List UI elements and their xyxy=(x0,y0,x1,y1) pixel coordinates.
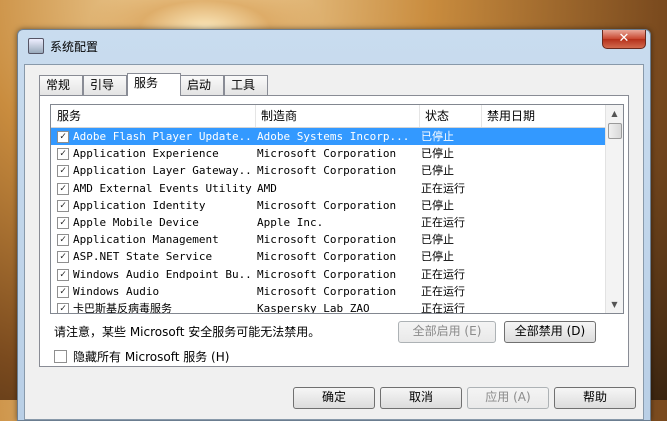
table-row[interactable]: ✓ Windows Audio Microsoft Corporation 正在运行 xyxy=(51,283,606,300)
services-panel: 服务 制造商 状态 禁用日期 ✓ Adobe Flash Player Updat… xyxy=(39,95,629,367)
services-list[interactable]: 服务 制造商 状态 禁用日期 ✓ Adobe Flash Player Updat… xyxy=(50,104,624,314)
table-row[interactable]: ✓ Application Management Microsoft Corpora… xyxy=(51,231,606,248)
cell-status: 已停止 xyxy=(421,233,454,247)
cell-service: 卡巴斯基反病毒服务 xyxy=(73,301,172,314)
tab-startup[interactable]: 启动 xyxy=(180,75,224,95)
cell-service: Windows Audio Endpoint Bu... xyxy=(73,267,253,281)
cell-service: Application Experience xyxy=(73,147,219,161)
notice-text: 请注意，某些 Microsoft 安全服务可能无法禁用。 xyxy=(54,325,321,339)
msconfig-app-icon xyxy=(28,38,44,54)
service-enable-checkbox[interactable]: ✓ xyxy=(57,234,69,247)
scroll-down-arrow-icon[interactable]: ▼ xyxy=(606,296,623,313)
cell-service: Windows Audio xyxy=(73,284,160,298)
cell-maker: Microsoft Corporation xyxy=(257,267,397,281)
cell-maker: Adobe Systems Incorp... xyxy=(257,130,410,143)
service-enable-checkbox[interactable]: ✓ xyxy=(57,165,69,178)
cell-status: 正在运行 xyxy=(421,284,465,298)
table-row[interactable]: ✓ AMD External Events Utility AMD 正在运行 xyxy=(51,180,606,197)
tab-general[interactable]: 常规 xyxy=(39,75,83,95)
table-row[interactable]: ✓ Adobe Flash Player Update... Adobe Syste… xyxy=(51,128,606,146)
cell-maker: Microsoft Corporation xyxy=(257,198,397,212)
column-header-status[interactable]: 状态 xyxy=(419,105,482,127)
hide-microsoft-services-option[interactable]: 隐藏所有 Microsoft 服务 (H) xyxy=(54,348,229,365)
help-button[interactable]: 帮助 xyxy=(554,387,636,409)
cell-status: 正在运行 xyxy=(421,301,465,314)
service-enable-checkbox[interactable]: ✓ xyxy=(57,285,69,298)
tab-boot[interactable]: 引导 xyxy=(83,75,127,95)
table-row[interactable]: ✓ ASP.NET State Service Microsoft Corporat… xyxy=(51,248,606,265)
cell-maker: Microsoft Corporation xyxy=(257,233,397,247)
table-row[interactable]: ✓ Windows Audio Endpoint Bu... Microsoft C… xyxy=(51,266,606,283)
cell-status: 已停止 xyxy=(421,130,454,143)
scrollbar-thumb[interactable] xyxy=(608,123,622,139)
service-enable-checkbox[interactable]: ✓ xyxy=(57,302,69,313)
cell-service: Application Identity xyxy=(73,198,206,212)
service-enable-checkbox[interactable]: ✓ xyxy=(57,251,69,264)
table-row[interactable]: ✓ Application Layer Gateway... Microsoft C… xyxy=(51,162,606,179)
cell-status: 正在运行 xyxy=(421,267,465,281)
cell-status: 正在运行 xyxy=(421,215,465,229)
ok-button[interactable]: 确定 xyxy=(293,387,375,409)
cell-status: 正在运行 xyxy=(421,181,465,195)
table-row[interactable]: ✓ 卡巴斯基反病毒服务 Kaspersky Lab ZAO 正在运行 xyxy=(51,300,606,314)
cell-maker: Microsoft Corporation xyxy=(257,164,397,178)
cell-maker: AMD xyxy=(257,181,277,195)
cell-status: 已停止 xyxy=(421,147,454,161)
cell-maker: Microsoft Corporation xyxy=(257,147,397,161)
cell-status: 已停止 xyxy=(421,250,454,264)
apply-button[interactable]: 应用 (A) xyxy=(467,387,549,409)
enable-all-button[interactable]: 全部启用 (E) xyxy=(398,321,496,343)
cell-service: Application Layer Gateway... xyxy=(73,164,253,178)
cancel-button[interactable]: 取消 xyxy=(380,387,462,409)
cell-maker: Kaspersky Lab ZAO xyxy=(257,301,370,314)
cell-maker: Microsoft Corporation xyxy=(257,284,397,298)
window-title: 系统配置 xyxy=(50,40,99,54)
cell-service: Apple Mobile Device xyxy=(73,215,199,229)
table-row[interactable]: ✓ Application Identity Microsoft Corporati… xyxy=(51,197,606,214)
column-header-manufacturer[interactable]: 制造商 xyxy=(255,105,420,127)
cell-service: ASP.NET State Service xyxy=(73,250,213,264)
service-enable-checkbox[interactable]: ✓ xyxy=(57,148,69,161)
service-enable-checkbox[interactable]: ✓ xyxy=(57,216,69,229)
system-configuration-window: 系统配置 ✕ 常规 引导 服务 启动 工具 服务 制造商 状态 禁用日期 ✓ Ad… xyxy=(17,29,651,421)
table-row[interactable]: ✓ Application Experience Microsoft Corpora… xyxy=(51,145,606,162)
service-enable-checkbox[interactable]: ✓ xyxy=(57,199,69,212)
dialog-client-area: 常规 引导 服务 启动 工具 服务 制造商 状态 禁用日期 ✓ Adobe Fla… xyxy=(24,64,644,420)
cell-maker: Apple Inc. xyxy=(257,215,324,229)
tab-services[interactable]: 服务 xyxy=(127,73,181,96)
column-header-disable-date[interactable]: 禁用日期 xyxy=(481,105,605,127)
list-header: 服务 制造商 状态 禁用日期 xyxy=(51,105,606,128)
column-header-service[interactable]: 服务 xyxy=(51,105,256,127)
table-row[interactable]: ✓ Apple Mobile Device Apple Inc. 正在运行 xyxy=(51,214,606,231)
cell-status: 已停止 xyxy=(421,198,454,212)
close-button[interactable]: ✕ xyxy=(602,30,646,49)
service-enable-checkbox[interactable]: ✓ xyxy=(57,182,69,195)
scroll-up-arrow-icon[interactable]: ▲ xyxy=(606,105,623,122)
disable-all-button[interactable]: 全部禁用 (D) xyxy=(504,321,596,343)
cell-status: 已停止 xyxy=(421,164,454,178)
cell-maker: Microsoft Corporation xyxy=(257,250,397,264)
tab-tools[interactable]: 工具 xyxy=(224,75,268,95)
service-enable-checkbox[interactable]: ✓ xyxy=(57,268,69,281)
list-rows: ✓ Adobe Flash Player Update... Adobe Syste… xyxy=(51,128,606,314)
cell-service: Adobe Flash Player Update... xyxy=(73,130,253,143)
hide-microsoft-services-label: 隐藏所有 Microsoft 服务 (H) xyxy=(73,350,230,364)
service-enable-checkbox[interactable]: ✓ xyxy=(57,131,69,143)
title-bar[interactable]: 系统配置 ✕ xyxy=(18,30,650,60)
hide-microsoft-services-checkbox[interactable] xyxy=(54,350,67,363)
cell-service: AMD External Events Utility xyxy=(73,181,252,195)
vertical-scrollbar[interactable]: ▲ ▼ xyxy=(605,105,623,313)
cell-service: Application Management xyxy=(73,233,219,247)
